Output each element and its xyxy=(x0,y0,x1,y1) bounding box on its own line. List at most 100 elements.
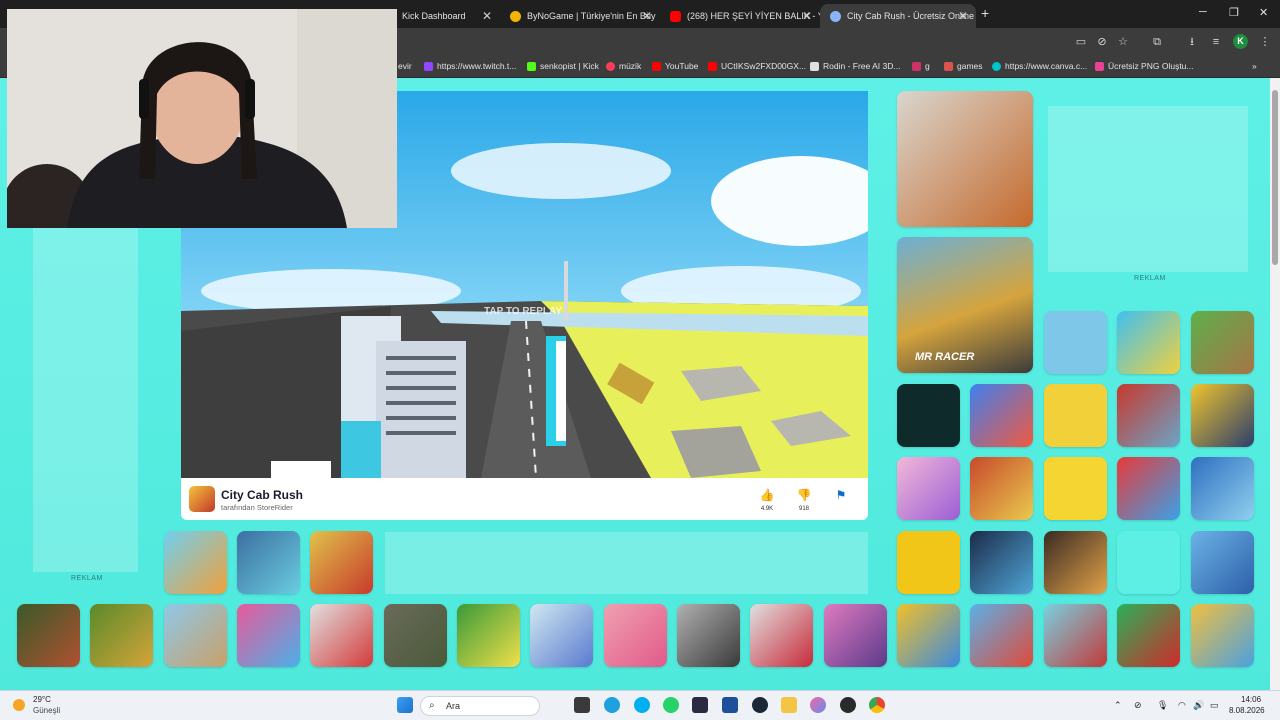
ad-middle[interactable] xyxy=(385,532,868,594)
game-tile-police-chase[interactable] xyxy=(897,91,1033,227)
game-tile[interactable] xyxy=(457,604,520,667)
restore-icon[interactable]: ❐ xyxy=(1229,6,1239,19)
scrollbar[interactable] xyxy=(1270,78,1280,690)
media-icon[interactable]: ≡ xyxy=(1209,35,1223,49)
tab-youtube[interactable]: (268) HER ŞEYİ YİYEN BALIK - Y ✕ xyxy=(660,4,820,28)
game-tile[interactable] xyxy=(1044,457,1107,520)
game-tile[interactable] xyxy=(1191,311,1254,374)
tray-chevron-icon[interactable]: ⌃ xyxy=(1114,700,1122,711)
minimize-icon[interactable]: ─ xyxy=(1199,6,1207,18)
tab-bynogame[interactable]: ByNoGame | Türkiye'nin En Büy ✕ xyxy=(500,4,660,28)
game-tile[interactable] xyxy=(1191,457,1254,520)
game-thumbnail[interactable] xyxy=(189,486,215,512)
tray-icon[interactable]: ⊘ xyxy=(1134,700,1142,711)
game-tile[interactable] xyxy=(1117,457,1180,520)
volume-icon[interactable]: 🔊 xyxy=(1193,700,1204,711)
game-tile-cyber-cars[interactable] xyxy=(970,531,1033,594)
game-tile[interactable] xyxy=(750,604,813,667)
bookmark-item[interactable]: Rodin - Free AI 3D... xyxy=(810,61,900,71)
app-icon[interactable] xyxy=(810,697,826,713)
battery-icon[interactable]: ▭ xyxy=(1210,700,1219,711)
game-tile[interactable] xyxy=(897,384,960,447)
files-icon[interactable] xyxy=(574,697,590,713)
dislike-button[interactable]: 👎 918 xyxy=(792,488,816,512)
bookmark-item[interactable]: Ücretsiz PNG Oluştu... xyxy=(1095,61,1194,71)
bookmark-item[interactable]: UCtIKSw2FXD00GX... xyxy=(708,61,806,71)
whatsapp-icon[interactable] xyxy=(663,697,679,713)
menu-icon[interactable]: ⋮ xyxy=(1258,35,1272,49)
windows-start-icon[interactable] xyxy=(397,697,413,713)
window-close-icon[interactable]: ✕ xyxy=(1259,6,1268,19)
bookmark-item[interactable]: müzik xyxy=(606,61,641,71)
game-tile-subway-surfers[interactable] xyxy=(897,604,960,667)
game-tile[interactable] xyxy=(384,604,447,667)
game-tile[interactable] xyxy=(530,604,593,667)
game-tile-mr-racer[interactable]: MR RACER xyxy=(897,237,1033,373)
store-icon[interactable] xyxy=(722,697,738,713)
game-tile[interactable] xyxy=(1191,531,1254,594)
tab-city-cab-rush[interactable]: City Cab Rush - Ücretsiz Online ✕ xyxy=(820,4,976,28)
star-icon[interactable]: ☆ xyxy=(1116,35,1130,49)
skype-icon[interactable] xyxy=(634,697,650,713)
bookmark-item[interactable]: https://www.twitch.t... xyxy=(424,61,516,71)
game-tile[interactable] xyxy=(17,604,80,667)
game-tile[interactable] xyxy=(1117,311,1180,374)
ad-left[interactable] xyxy=(33,228,138,572)
bookmark-item[interactable]: g xyxy=(912,61,930,71)
game-tile-school-bus[interactable] xyxy=(1191,384,1254,447)
steam-icon[interactable] xyxy=(752,697,768,713)
close-icon[interactable]: ✕ xyxy=(482,9,492,23)
game-tile[interactable] xyxy=(1117,604,1180,667)
clock-time[interactable]: 14:06 xyxy=(1241,695,1261,704)
clock-date[interactable]: 8.08.2026 xyxy=(1229,706,1265,715)
report-button[interactable]: ⚑ xyxy=(829,488,853,502)
game-tile[interactable] xyxy=(970,604,1033,667)
game-tile[interactable] xyxy=(1044,604,1107,667)
game-tile[interactable] xyxy=(970,384,1033,447)
game-tile[interactable] xyxy=(164,604,227,667)
eye-off-icon[interactable]: ⊘ xyxy=(1095,35,1109,49)
game-tile[interactable] xyxy=(604,604,667,667)
close-icon[interactable]: ✕ xyxy=(642,9,652,23)
game-tile[interactable] xyxy=(90,604,153,667)
weather-icon[interactable] xyxy=(13,699,25,711)
game-tile[interactable] xyxy=(164,531,227,594)
like-button[interactable]: 👍 4.9K xyxy=(755,488,779,512)
game-tile[interactable] xyxy=(237,604,300,667)
tab-kick-dashboard[interactable]: Kick Dashboard ✕ xyxy=(392,4,500,28)
new-tab-icon[interactable]: + xyxy=(981,5,989,21)
game-tile[interactable] xyxy=(897,531,960,594)
obs-icon[interactable] xyxy=(840,697,856,713)
cast-icon[interactable]: ▭ xyxy=(1074,35,1088,49)
bookmark-item[interactable]: https://www.canva.c... xyxy=(992,61,1087,71)
game-tile[interactable] xyxy=(310,531,373,594)
game-tile[interactable] xyxy=(310,604,373,667)
download-icon[interactable]: ⭳ xyxy=(1185,35,1199,49)
game-tile[interactable] xyxy=(677,604,740,667)
chrome-icon[interactable] xyxy=(869,697,885,713)
profile-avatar[interactable]: K xyxy=(1233,34,1248,49)
ad-right[interactable] xyxy=(1048,106,1248,272)
bookmark-item[interactable]: evir xyxy=(398,61,412,71)
wifi-icon[interactable]: ◠ xyxy=(1178,700,1186,711)
game-tile[interactable] xyxy=(897,457,960,520)
bookmarks-overflow-icon[interactable]: » xyxy=(1252,61,1257,71)
bookmark-item[interactable]: senkopist | Kick xyxy=(527,61,599,71)
bookmark-item[interactable]: games xyxy=(944,61,983,71)
game-tile[interactable] xyxy=(1117,531,1180,594)
scrollbar-thumb[interactable] xyxy=(1272,90,1278,265)
folder-icon[interactable] xyxy=(781,697,797,713)
game-tile[interactable] xyxy=(1044,384,1107,447)
game-tile-minefun[interactable] xyxy=(1191,604,1254,667)
mic-icon[interactable]: 🎙 xyxy=(1157,700,1168,711)
app-icon[interactable] xyxy=(692,697,708,713)
game-tile[interactable] xyxy=(1044,531,1107,594)
extensions-icon[interactable]: ⧉ xyxy=(1150,35,1164,49)
game-tile[interactable] xyxy=(1044,311,1107,374)
close-icon[interactable]: ✕ xyxy=(802,9,812,23)
game-tile[interactable] xyxy=(824,604,887,667)
game-tile-real-cars[interactable] xyxy=(237,531,300,594)
bookmark-item[interactable]: YouTube xyxy=(652,61,698,71)
edge-icon[interactable] xyxy=(604,697,620,713)
taskbar-search[interactable]: ⌕ Ara xyxy=(420,696,540,716)
